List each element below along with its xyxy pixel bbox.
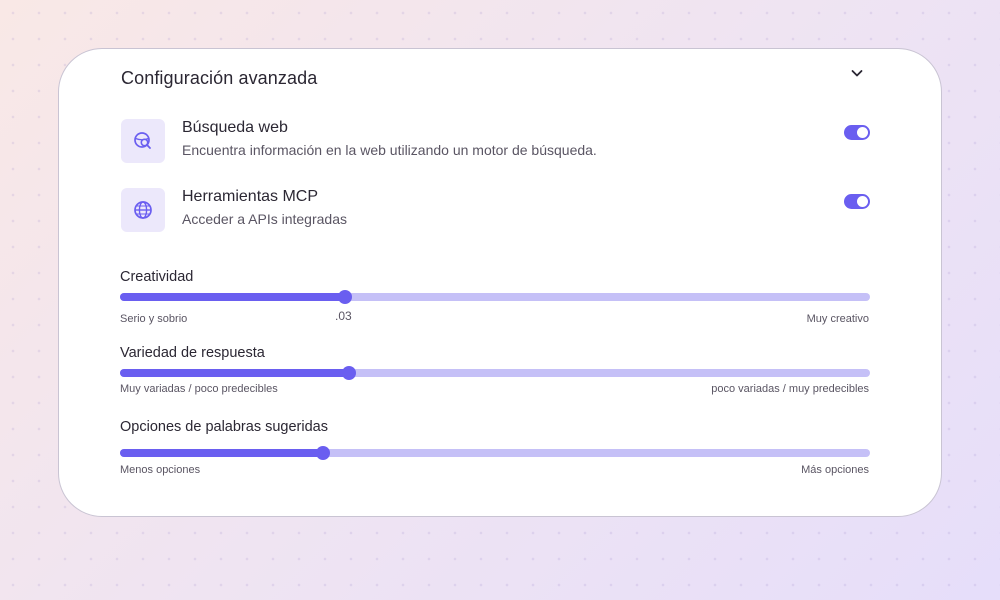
globe-icon	[121, 188, 165, 232]
word-options-label: Opciones de palabras sugeridas	[120, 419, 328, 435]
tool-mcp: Herramientas MCP Acceder a APIs integrad…	[121, 188, 881, 234]
tool-web-search: Búsqueda web Encuentra información en la…	[121, 119, 881, 165]
word-options-min-label: Menos opciones	[120, 464, 201, 476]
slider-thumb[interactable]	[341, 366, 356, 380]
slider-fill	[120, 293, 345, 301]
creativity-value: .03	[335, 309, 352, 323]
creativity-min-label: Serio y sobrio	[120, 313, 188, 325]
tool-description: Encuentra información en la web utilizan…	[182, 142, 597, 158]
creativity-max-label: Muy creativo	[806, 313, 869, 325]
tool-description: Acceder a APIs integradas	[182, 211, 347, 227]
word-options-slider[interactable]	[120, 446, 870, 460]
toggle-knob	[857, 127, 868, 138]
variety-slider[interactable]	[120, 366, 870, 380]
panel-title: Configuración avanzada	[121, 68, 318, 88]
toggle-knob	[857, 196, 868, 207]
tool-name: Herramientas MCP	[182, 188, 319, 205]
mcp-tools-toggle[interactable]	[844, 194, 870, 209]
word-options-max-label: Más opciones	[801, 464, 869, 476]
tool-name: Búsqueda web	[182, 119, 288, 136]
variety-max-label: poco variadas / muy predecibles	[711, 383, 869, 395]
web-search-toggle[interactable]	[844, 125, 870, 140]
creativity-label: Creatividad	[120, 269, 194, 285]
variety-min-label: Muy variadas / poco predecibles	[120, 383, 278, 395]
slider-thumb[interactable]	[338, 290, 352, 304]
creativity-slider[interactable]	[120, 290, 870, 304]
slider-fill	[120, 449, 323, 457]
slider-thumb[interactable]	[315, 446, 330, 460]
web-search-icon	[121, 119, 165, 163]
chevron-down-icon[interactable]	[848, 64, 866, 82]
slider-fill	[120, 369, 349, 377]
variety-label: Variedad de respuesta	[120, 345, 265, 361]
advanced-settings-panel: Configuración avanzada Búsqueda web Encu…	[58, 48, 942, 517]
